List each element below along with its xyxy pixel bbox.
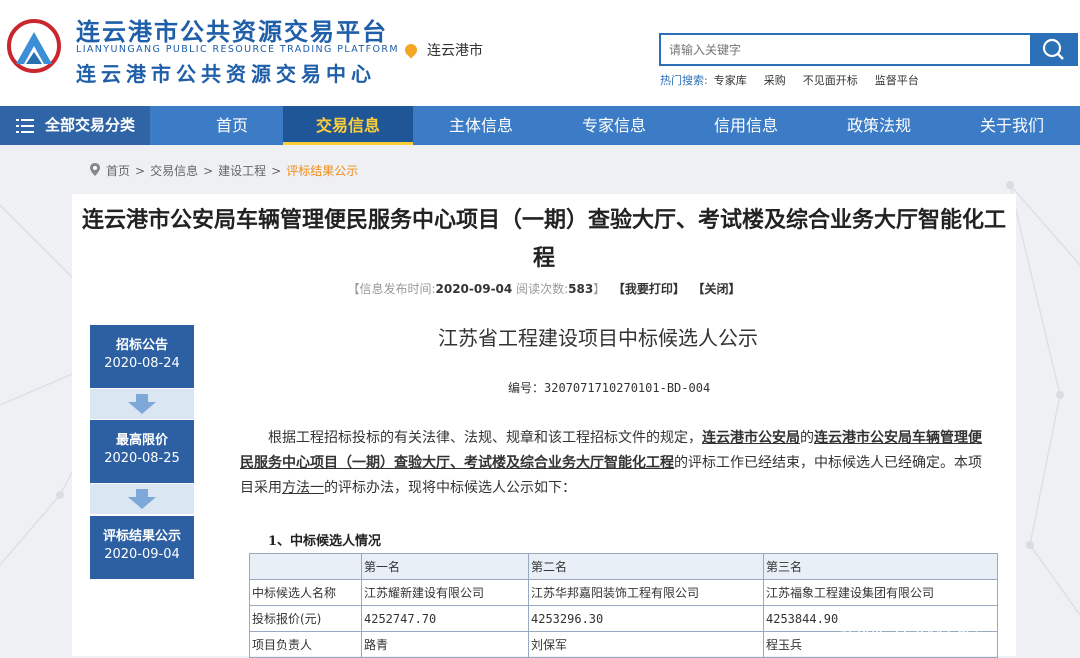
- hot-search-item[interactable]: 不见面开标: [803, 74, 858, 87]
- paragraph-text: 的评标办法，现将中标候选人公示如下：: [324, 480, 576, 496]
- breadcrumb-item[interactable]: 建设工程: [218, 164, 266, 178]
- arrow-down-icon: [128, 394, 156, 414]
- site-subtitle: LIANYUNGANG PUBLIC RESOURCE TRADING PLAT…: [76, 44, 399, 55]
- publish-date: 2020-09-04: [435, 282, 513, 296]
- nav-entity-info[interactable]: 主体信息: [416, 106, 546, 145]
- table-header-cell: 第一名: [361, 553, 529, 580]
- paragraph-text: 根据工程招标投标的有关法律、法规、规章和该工程招标文件的规定，: [268, 430, 702, 446]
- search-icon: [1042, 38, 1064, 60]
- timeline-connector: [90, 389, 194, 419]
- table-row: 中标候选人名称 江苏耀新建设有限公司 江苏华邦嘉阳装饰工程有限公司 江苏福象工程…: [249, 579, 998, 606]
- watermark: 招标 江苏建吧: [840, 618, 979, 643]
- article-panel: 连云港市公安局车辆管理便民服务中心项目（一期）查验大厅、考试楼及综合业务大厅智能…: [72, 194, 1016, 658]
- arrow-down-icon: [128, 489, 156, 509]
- timeline-step-label: 最高限价: [115, 433, 168, 448]
- all-categories-label: 全部交易分类: [45, 116, 136, 134]
- table-cell: 中标候选人名称: [249, 579, 362, 606]
- evaluation-method: 方法一: [282, 480, 324, 496]
- breadcrumb: 首页 > 交易信息 > 建设工程 > 评标结果公示: [90, 162, 358, 179]
- timeline-step[interactable]: 最高限价 2020-08-25: [90, 420, 194, 483]
- nav-trade-info[interactable]: 交易信息: [283, 106, 413, 145]
- location-selector[interactable]: 连云港市: [402, 40, 483, 60]
- table-cell: 路青: [361, 631, 529, 658]
- hot-search-item[interactable]: 监督平台: [875, 74, 919, 87]
- timeline-step[interactable]: 招标公告 2020-08-24: [90, 325, 194, 388]
- timeline-step-date: 2020-08-24: [104, 356, 180, 371]
- timeline-step[interactable]: 评标结果公示 2020-09-04: [90, 516, 194, 579]
- table-cell: 4253296.30: [528, 605, 764, 632]
- timeline-connector: [90, 484, 194, 514]
- paragraph-text: 的: [800, 430, 814, 446]
- tenderer-name: 连云港市公安局: [702, 430, 800, 446]
- site-center-name: 连云港市公共资源交易中心: [76, 62, 376, 86]
- platform-logo[interactable]: [6, 18, 62, 74]
- search-bar: [659, 33, 1078, 66]
- timeline-step-label: 评标结果公示: [102, 529, 181, 544]
- read-count-label: 阅读次数:: [516, 282, 569, 296]
- table-cell: 江苏福象工程建设集团有限公司: [763, 579, 998, 606]
- location-pin-icon: [90, 163, 100, 176]
- table-header-cell: [249, 553, 362, 580]
- table-header-cell: 第三名: [763, 553, 998, 580]
- table-cell: 投标报价(元): [249, 605, 362, 632]
- location-pin-icon: [402, 41, 420, 59]
- breadcrumb-current: 评标结果公示: [286, 164, 359, 178]
- table-cell: 江苏耀新建设有限公司: [361, 579, 529, 606]
- meta-prefix: 【信息发布时间:: [347, 282, 436, 296]
- hot-search-item[interactable]: 采购: [764, 74, 786, 87]
- nav-about[interactable]: 关于我们: [947, 106, 1077, 145]
- close-button[interactable]: 【关闭】: [693, 282, 741, 296]
- nav-credit-info[interactable]: 信用信息: [681, 106, 811, 145]
- section-heading: 1、中标候选人情况: [268, 534, 382, 549]
- table-cell: 4252747.70: [361, 605, 529, 632]
- table-cell: 刘保军: [528, 631, 764, 658]
- search-button[interactable]: [1030, 33, 1078, 66]
- hot-searches: 热门搜索: 专家库 采购 不见面开标 监督平台: [660, 72, 936, 88]
- table-cell: 项目负责人: [249, 631, 362, 658]
- breadcrumb-item[interactable]: 首页: [106, 164, 130, 178]
- article-meta: 【信息发布时间:2020-09-04 阅读次数:583】 【我要打印】 【关闭】: [72, 280, 1016, 297]
- document-code: 编号：3207071710270101-BD-004: [508, 381, 711, 395]
- search-input[interactable]: [659, 33, 1034, 66]
- location-label: 连云港市: [427, 43, 483, 59]
- menu-icon: [16, 119, 34, 133]
- hot-search-label: 热门搜索:: [660, 74, 708, 87]
- site-header: 连云港市公共资源交易平台 LIANYUNGANG PUBLIC RESOURCE…: [0, 0, 1080, 106]
- all-categories-button[interactable]: 全部交易分类: [0, 106, 150, 145]
- table-cell: 江苏华邦嘉阳装饰工程有限公司: [528, 579, 764, 606]
- site-title: 连云港市公共资源交易平台: [76, 18, 388, 46]
- main-nav: 全部交易分类 首页 交易信息 主体信息 专家信息 信用信息 政策法规 关于我们: [0, 106, 1080, 145]
- timeline-step-label: 招标公告: [115, 338, 168, 353]
- hot-search-item[interactable]: 专家库: [714, 74, 747, 87]
- nav-policies[interactable]: 政策法规: [814, 106, 944, 145]
- table-header-cell: 第二名: [528, 553, 764, 580]
- table-header-row: 第一名 第二名 第三名: [249, 553, 998, 580]
- breadcrumb-item[interactable]: 交易信息: [150, 164, 198, 178]
- timeline-step-date: 2020-09-04: [104, 547, 180, 562]
- nav-home[interactable]: 首页: [167, 106, 297, 145]
- nav-expert-info[interactable]: 专家信息: [549, 106, 679, 145]
- timeline-step-date: 2020-08-25: [104, 451, 180, 466]
- print-button[interactable]: 【我要打印】: [613, 282, 685, 296]
- read-count: 583: [568, 282, 594, 296]
- article-title: 连云港市公安局车辆管理便民服务中心项目（一期）查验大厅、考试楼及综合业务大厅智能…: [81, 208, 1006, 271]
- document-paragraph: 根据工程招标投标的有关法律、法规、规章和该工程招标文件的规定，连云港市公安局的连…: [240, 426, 990, 501]
- document-title: 江苏省工程建设项目中标候选人公示: [438, 326, 758, 350]
- meta-suffix: 】: [593, 282, 606, 296]
